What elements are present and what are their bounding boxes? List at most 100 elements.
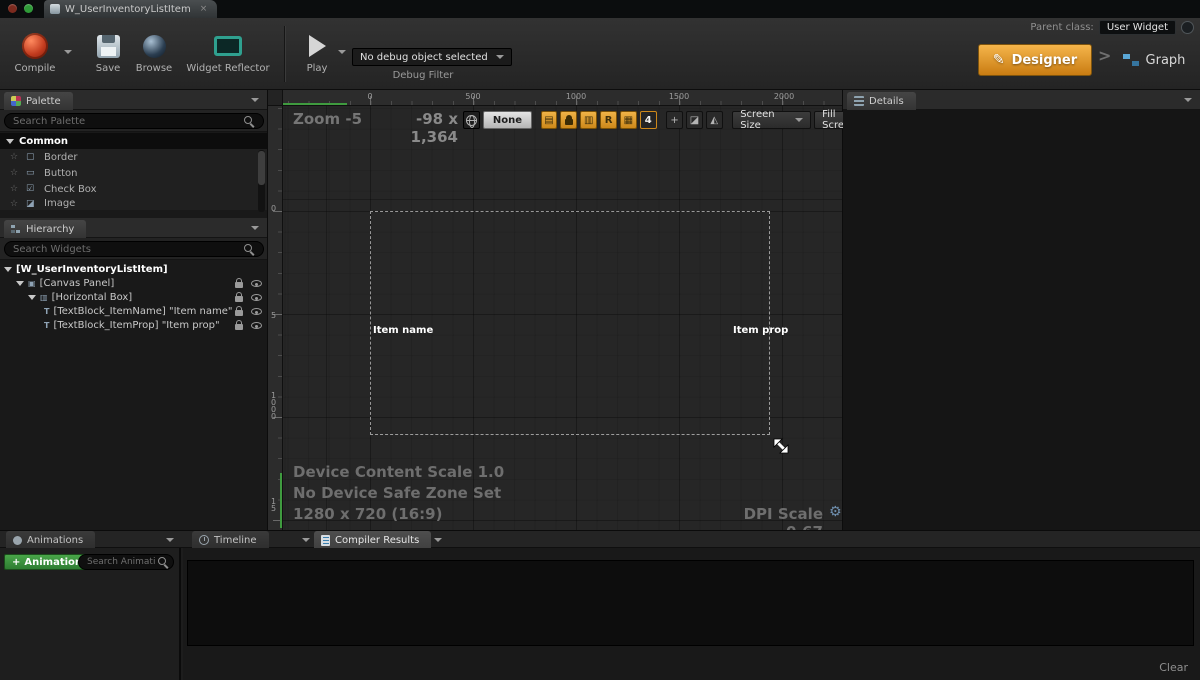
widget-selection-outline[interactable] [370, 211, 770, 435]
window-control-red-icon[interactable] [8, 4, 17, 13]
favorite-star-icon[interactable]: ☆ [10, 184, 20, 194]
window-control-green-icon[interactable] [24, 4, 33, 13]
visibility-eye-icon[interactable] [251, 280, 262, 287]
hierarchy-row-label: [TextBlock_ItemName] "Item name" [53, 306, 232, 317]
tab-details[interactable]: Details [847, 92, 916, 110]
designer-label: Designer [1012, 53, 1078, 68]
compiler-results-icon [321, 535, 330, 546]
canvas-text-item-name[interactable]: Item name [373, 325, 433, 336]
localization-preview-button[interactable] [463, 111, 480, 129]
timeline-icon [199, 535, 209, 545]
animations-tab-label: Animations [27, 535, 83, 546]
chevron-right-icon: > [1098, 46, 1111, 65]
safe-zone-text: No Device Safe Zone Set [293, 484, 501, 502]
respect-locks-button[interactable]: R [600, 111, 617, 129]
favorite-star-icon[interactable]: ☆ [10, 168, 20, 178]
expander-caret-icon[interactable] [4, 267, 12, 272]
graph-mode-button[interactable]: Graph [1112, 44, 1196, 76]
hierarchy-search-input[interactable] [4, 241, 264, 257]
play-icon [309, 35, 326, 57]
design-canvas[interactable]: Zoom -5 -98 x 1,364 None ▤ ▥ R ▦ 4 + ◪ ◭… [283, 106, 842, 530]
dpi-settings-gear-icon[interactable]: ⚙ [829, 504, 842, 520]
button-widget-icon: ▭ [26, 168, 38, 178]
palette-search-input[interactable] [4, 113, 264, 129]
lock-icon[interactable] [235, 324, 243, 330]
hierarchy-row-root[interactable]: [W_UserInventoryListItem] [0, 262, 267, 276]
parent-class-label: Parent class: [1030, 22, 1093, 33]
play-options-caret-icon[interactable] [338, 50, 346, 54]
visibility-eye-icon[interactable] [251, 294, 262, 301]
preview-none-button[interactable]: None [483, 111, 532, 129]
tab-palette[interactable]: Palette [4, 92, 73, 110]
animations-panel: + Animation [0, 548, 181, 680]
panel-menu-caret-icon[interactable] [166, 538, 174, 542]
visibility-eye-icon[interactable] [251, 308, 262, 315]
compile-options-caret-icon[interactable] [64, 50, 72, 54]
canvas-text-item-prop[interactable]: Item prop [733, 325, 788, 336]
hierarchy-row-horizontal-box[interactable]: ▥ [Horizontal Box] [0, 290, 267, 304]
lock-icon[interactable] [235, 282, 243, 288]
canvas-toolbar: None ▤ ▥ R ▦ 4 + ◪ ◭ Screen Size Fill Sc… [463, 111, 887, 129]
browse-button[interactable]: Browse [132, 32, 176, 74]
palette-item-checkbox[interactable]: ☆ ☑ Check Box [0, 181, 267, 197]
expander-caret-icon[interactable] [16, 281, 24, 286]
favorite-star-icon[interactable]: ☆ [10, 199, 20, 209]
hierarchy-row-canvas-panel[interactable]: ▣ [Canvas Panel] [0, 276, 267, 290]
details-tab-label: Details [869, 96, 904, 107]
palette-item-image[interactable]: ☆ ◪ Image [0, 197, 267, 210]
play-label: Play [307, 63, 328, 74]
debug-object-dropdown[interactable]: No debug object selected [352, 48, 512, 66]
expander-caret-icon[interactable] [28, 295, 36, 300]
palette-category-common[interactable]: Common [0, 133, 267, 149]
panel-menu-caret-icon[interactable] [1184, 98, 1192, 102]
outline-toggle-button[interactable]: ▤ [541, 111, 558, 129]
widget-reflector-button[interactable]: Widget Reflector [182, 32, 274, 74]
parent-class-value[interactable]: User Widget [1099, 20, 1176, 35]
save-button[interactable]: Save [86, 32, 130, 74]
tab-hierarchy[interactable]: Hierarchy [4, 220, 86, 238]
main-toolbar: Compile Save Browse Widget Reflector Pla… [0, 18, 1200, 90]
lock-icon[interactable] [235, 296, 243, 302]
screen-size-label: Screen Size [740, 109, 789, 131]
hierarchy-row-label: [Horizontal Box] [52, 292, 133, 303]
visibility-eye-icon[interactable] [251, 322, 262, 329]
tab-timeline[interactable]: Timeline [192, 531, 269, 549]
grid-snap-size-button[interactable]: 4 [640, 111, 657, 129]
lock-widgets-button[interactable] [560, 111, 577, 129]
close-tab-icon[interactable]: × [200, 4, 208, 14]
palette-item-list: ☆ ▢ Border ☆ ▭ Button ☆ ☑ Check Box ☆ ◪ … [0, 149, 267, 210]
save-icon [97, 35, 120, 58]
favorite-star-icon[interactable]: ☆ [10, 152, 20, 162]
play-button[interactable]: Play [296, 32, 338, 74]
palette-scrollbar[interactable] [258, 150, 265, 212]
layout-borders-button[interactable]: ▥ [580, 111, 597, 129]
panel-menu-caret-icon[interactable] [434, 538, 442, 542]
graph-label: Graph [1146, 53, 1186, 68]
preview-background-button[interactable]: ◪ [686, 111, 703, 129]
palette-item-border[interactable]: ☆ ▢ Border [0, 149, 267, 165]
lock-icon[interactable] [235, 310, 243, 316]
hierarchy-row-textblock-itemname[interactable]: T [TextBlock_ItemName] "Item name" [0, 304, 267, 318]
clear-button[interactable]: Clear [1159, 661, 1188, 674]
grid-snap-button[interactable]: ▦ [620, 111, 637, 129]
ruler-tick-label: 2000 [774, 92, 794, 101]
browse-icon [143, 35, 166, 58]
panel-menu-caret-icon[interactable] [251, 98, 259, 102]
text-widget-icon: T [44, 321, 49, 330]
document-tab[interactable]: W_UserInventoryListItem × [44, 0, 217, 18]
compile-button[interactable]: Compile [6, 32, 64, 74]
translate-mode-button[interactable]: + [666, 111, 683, 129]
panel-menu-caret-icon[interactable] [302, 538, 310, 542]
hierarchy-row-textblock-itemprop[interactable]: T [TextBlock_ItemProp] "Item prop" [0, 318, 267, 332]
scrollbar-thumb[interactable] [258, 151, 265, 185]
flip-preview-button[interactable]: ◭ [706, 111, 723, 129]
class-options-icon[interactable] [1181, 21, 1194, 34]
widget-blueprint-icon [50, 4, 60, 14]
tab-animations[interactable]: Animations [6, 531, 95, 549]
palette-item-button[interactable]: ☆ ▭ Button [0, 165, 267, 181]
screen-size-dropdown[interactable]: Screen Size [732, 111, 811, 129]
tab-compiler-results[interactable]: Compiler Results [314, 531, 431, 549]
resize-cursor-icon [771, 436, 791, 456]
panel-menu-caret-icon[interactable] [251, 226, 259, 230]
designer-mode-button[interactable]: ✎ Designer [978, 44, 1092, 76]
